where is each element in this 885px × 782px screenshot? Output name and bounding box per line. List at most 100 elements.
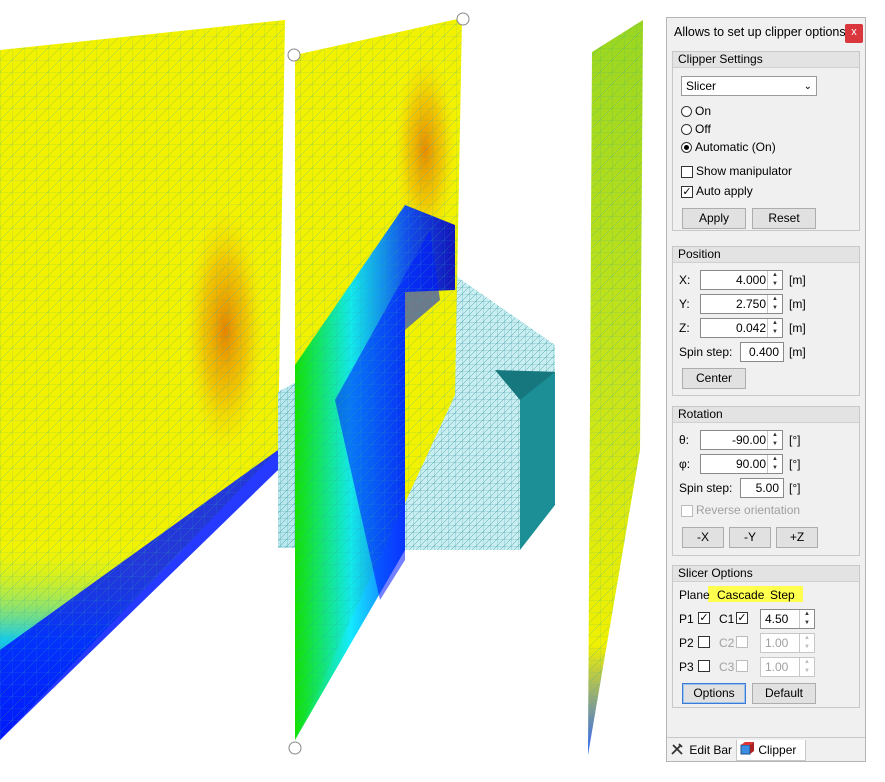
unit-label: [m] [789,273,806,287]
radio-on-label: On [695,104,712,118]
chevron-down-icon: ⌄ [803,81,812,92]
neg-y-button[interactable]: -Y [729,527,771,548]
cascade-column-header: Cascade [717,588,765,602]
apply-button[interactable]: Apply [682,208,746,229]
plane-column-header: Plane [679,588,710,602]
clipper-panel: Allows to set up clipper options. x Clip… [666,17,866,762]
spin-arrows-icon[interactable]: ▲ ▼ [799,610,814,628]
check-icon: ✓ [699,612,709,624]
x-spinbox[interactable]: 4.000 ▲ ▼ [700,270,783,290]
spin-value: 2.750 [735,297,766,311]
panel-title: Allows to set up clipper options. [674,25,850,39]
unit-label: [m] [789,297,806,311]
tab-label: Edit Bar [689,743,733,757]
spin-arrows-icon[interactable]: ▲ ▼ [767,319,782,337]
plane-checkbox[interactable] [698,660,710,672]
theta-label: θ: [679,433,690,447]
radio-automatic-label: Automatic (On) [695,140,776,154]
group-heading: Rotation [673,407,859,423]
cascade-label: C3 [719,660,735,674]
clipper-scene [0,12,643,755]
pos-z-button[interactable]: +Z [776,527,818,548]
position-spin-step-field[interactable]: 0.400 [740,342,784,362]
clipper-settings-group: Clipper Settings Slicer ⌄ On Off Automat… [672,51,860,231]
tab-clipper[interactable]: Clipper [736,740,806,761]
spin-value: 1.00 [765,636,789,650]
plane-label: P3 [679,660,694,674]
spin-step-label: Spin step: [679,481,733,495]
cascade-label: C1 [719,612,735,626]
plane-label: P2 [679,636,694,650]
clipper-cube-icon [740,742,754,755]
spin-arrows-icon[interactable]: ▲ ▼ [799,634,814,652]
y-label: Y: [679,297,690,311]
cascade-checkbox[interactable] [736,636,748,648]
reset-button[interactable]: Reset [752,208,816,229]
show-manipulator-checkbox[interactable] [681,166,693,178]
group-heading: Position [673,247,859,263]
center-button[interactable]: Center [682,368,746,389]
cascade-checkbox[interactable]: ✓ [736,612,748,624]
tab-edit-bar[interactable]: Edit Bar [670,740,736,760]
spin-value: 4.000 [735,273,766,287]
auto-apply-checkbox[interactable]: ✓ [681,186,693,198]
reverse-orientation-checkbox[interactable] [681,505,693,517]
step-spinbox[interactable]: 4.50 ▲ ▼ [760,609,815,629]
cascade-label: C2 [719,636,735,650]
neg-x-button[interactable]: -X [682,527,724,548]
group-heading: Slicer Options [673,566,859,582]
unit-label: [°] [789,457,801,471]
position-group: Position X: 4.000 ▲ ▼ [m] Y: 2.750 ▲ ▼ [m]… [672,246,860,396]
rotation-spin-step-field[interactable]: 5.00 [740,478,784,498]
group-heading: Clipper Settings [673,52,859,68]
spin-value: -90.00 [731,433,766,447]
options-button[interactable]: Options [682,683,746,704]
radio-off[interactable] [681,124,692,135]
step-spinbox[interactable]: 1.00 ▲ ▼ [760,633,815,653]
drag-handle[interactable] [287,48,301,62]
plane-checkbox[interactable]: ✓ [698,612,710,624]
spin-arrows-icon[interactable]: ▲ ▼ [767,431,782,449]
rotation-group: Rotation θ: -90.00 ▲ ▼ [°] φ: 90.00 ▲ ▼ [°… [672,406,860,556]
select-value: Slicer [686,79,717,93]
unit-label: [°] [789,433,801,447]
field-value: 0.400 [748,345,779,359]
clipper-mode-select[interactable]: Slicer ⌄ [681,76,817,96]
panel-tab-bar: Edit Bar Clipper [667,737,865,762]
reverse-orientation-label: Reverse orientation [696,503,801,517]
theta-spinbox[interactable]: -90.00 ▲ ▼ [700,430,783,450]
cascade-checkbox[interactable] [736,660,748,672]
plane-checkbox[interactable] [698,636,710,648]
spin-value: 0.042 [735,321,766,335]
spin-arrows-icon[interactable]: ▲ ▼ [799,658,814,676]
3d-viewport[interactable] [0,0,665,779]
plane-label: P1 [679,612,694,626]
unit-label: [m] [789,321,806,335]
radio-on[interactable] [681,106,692,117]
drag-handle[interactable] [456,12,470,26]
y-spinbox[interactable]: 2.750 ▲ ▼ [700,294,783,314]
unit-label: [m] [789,345,806,359]
spin-arrows-icon[interactable]: ▲ ▼ [767,455,782,473]
step-spinbox[interactable]: 1.00 ▲ ▼ [760,657,815,677]
phi-label: φ: [679,457,691,471]
spin-value: 4.50 [765,612,789,626]
close-button[interactable]: x [845,24,863,43]
unit-label: [°] [789,481,801,495]
x-label: X: [679,273,691,287]
show-manipulator-label: Show manipulator [696,164,793,178]
z-spinbox[interactable]: 0.042 ▲ ▼ [700,318,783,338]
spin-step-label: Spin step: [679,345,733,359]
drag-handle[interactable] [288,741,302,755]
z-label: Z: [679,321,690,335]
field-value: 5.00 [755,481,779,495]
slicer-options-group: Slicer Options Plane Cascade Step P1 ✓ C… [672,565,860,708]
check-icon: ✓ [737,612,747,624]
default-button[interactable]: Default [752,683,816,704]
radio-off-label: Off [695,122,711,136]
phi-spinbox[interactable]: 90.00 ▲ ▼ [700,454,783,474]
spin-value: 1.00 [765,660,789,674]
spin-arrows-icon[interactable]: ▲ ▼ [767,271,782,289]
spin-arrows-icon[interactable]: ▲ ▼ [767,295,782,313]
radio-automatic[interactable] [681,142,692,153]
